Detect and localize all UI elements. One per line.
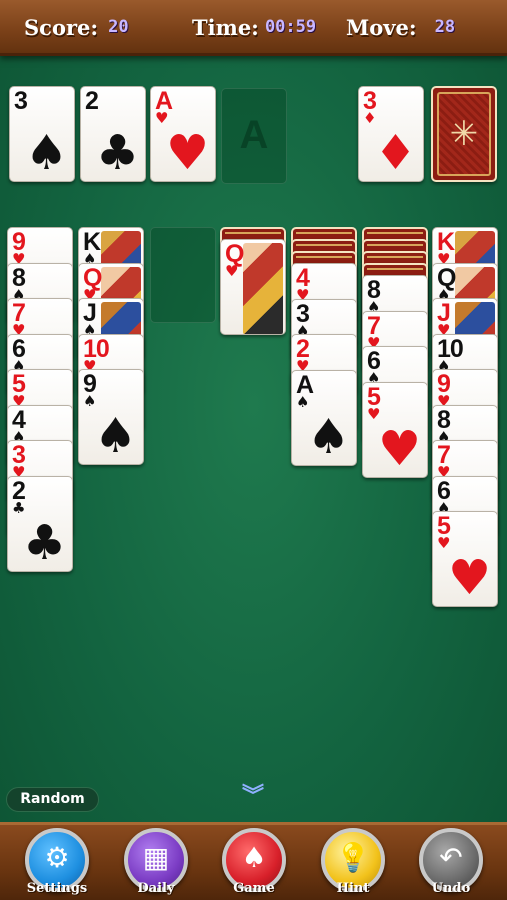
foundation-pile-2[interactable]: 2 ♣ [80,86,146,182]
tableau-card[interactable]: 5 ♥ ♥ [432,511,498,607]
card-small-suit-icon: ♥ [225,262,239,280]
card-small-suit-icon: ♣ [12,498,26,517]
daily-label: Daily [137,881,175,896]
card-suit-icon: ♦ [373,125,417,181]
empty-slot-label: A [239,113,269,157]
move-value: 28 [434,17,456,37]
card-small-suit-icon: ♠ [83,392,97,410]
settings-label: Settings [26,881,88,896]
foundation-empty-slot[interactable]: A [221,88,287,184]
chevron-down-icon[interactable]: ︾ [240,784,266,810]
score-display: Score: 20 [24,12,129,42]
card-suit-icon: ♥ [447,550,491,606]
tableau-card[interactable]: A ♠ ♠ [291,369,357,466]
move-display: Move: 28 [346,12,455,42]
card-small-suit-icon: ♥ [155,109,169,127]
lightbulb-icon: 💡 [335,841,371,874]
move-label: Move: [346,14,417,40]
time-label: Time: [192,14,259,40]
top-bar: Score: 20 Time: 00:59 Move: 28 [0,0,507,56]
game-label: Game [233,881,275,896]
hint-label: Hint [336,881,370,896]
card-suit-icon: ♣ [95,125,139,181]
undo-arrow-icon: ↶ [439,841,463,874]
card-suit-icon: ♠ [306,408,350,465]
tableau-empty-slot[interactable] [150,227,216,323]
time-display: Time: 00:59 [192,12,316,42]
score-value: 20 [108,17,129,37]
calendar-icon: ▦ [142,841,170,874]
time-value: 00:59 [264,17,317,37]
card-small-suit-icon: ♥ [367,404,381,423]
spider-icon: ✳ [449,114,479,154]
undo-label: Undo [431,881,471,896]
card-rank: 3 [14,87,28,115]
card-suit-icon: ♠ [24,125,68,181]
card-small-suit-icon: ♦ [363,109,377,127]
gear-icon: ⚙ [44,841,70,874]
score-label: Score: [24,14,99,40]
card-small-suit-icon: ♥ [437,534,451,552]
foundation-pile-3[interactable]: A ♥ ♥ [150,86,216,182]
card-suit-icon: ♣ [22,514,66,571]
tableau-card[interactable]: 2 ♣ ♣ [7,475,73,572]
card-rank: 2 [85,87,99,115]
tableau-card[interactable]: 5 ♥ ♥ [362,381,428,478]
card-suit-icon: ♥ [165,125,209,181]
stock-pile[interactable]: ✳ [431,86,497,182]
spade-icon: ♠ [241,841,267,874]
card-suit-icon: ♠ [93,408,137,464]
face-card-art [243,243,283,334]
random-deal-button[interactable]: Random [6,787,99,812]
card-small-suit-icon: ♠ [296,392,310,411]
waste-pile[interactable]: 3 ♦ ♦ [358,86,424,182]
tableau-card[interactable]: 9 ♠ ♠ [78,369,144,465]
foundation-pile-1[interactable]: 3 ♠ [9,86,75,182]
tableau-card[interactable]: Q ♥ [220,239,286,335]
card-suit-icon: ♥ [377,420,421,477]
